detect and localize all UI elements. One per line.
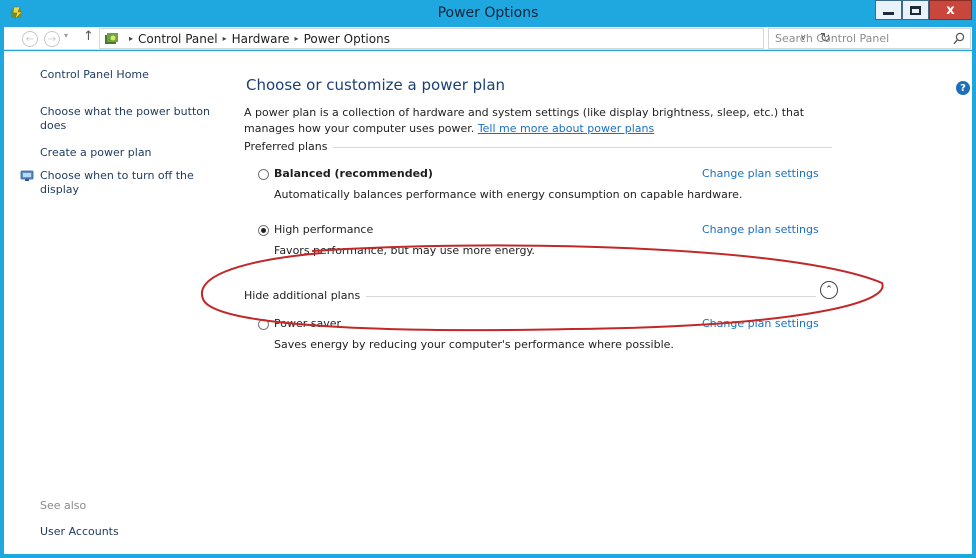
plan-name-power-saver[interactable]: Power saver xyxy=(274,317,341,330)
sidebar-item-power-button[interactable]: Choose what the power button does xyxy=(40,105,215,133)
title-bar[interactable]: Power Options x xyxy=(0,0,976,27)
address-bar[interactable]: ▸ Control Panel ▸ Hardware ▸ Power Optio… xyxy=(99,28,831,49)
control-panel-icon xyxy=(105,32,118,44)
navigation-toolbar: ← → ▾ ↑ ▸ Control Panel ▸ Hardware ▸ Pow… xyxy=(4,27,972,50)
plan-radio-power-saver[interactable] xyxy=(258,319,269,330)
maximize-button[interactable] xyxy=(902,0,929,20)
collapse-additional-plans-button[interactable]: ⌃ xyxy=(820,281,838,299)
plan-radio-balanced[interactable] xyxy=(258,169,269,180)
back-button[interactable]: ← xyxy=(22,31,38,47)
breadcrumb-hardware[interactable]: Hardware xyxy=(232,32,290,46)
help-icon[interactable]: ? xyxy=(956,81,970,95)
forward-button[interactable]: → xyxy=(44,31,60,47)
display-settings-icon xyxy=(20,170,34,181)
power-options-window: Power Options x ← → ▾ ↑ ▸ Control Panel xyxy=(0,0,976,558)
left-navigation-pane: Control Panel Home Choose what the power… xyxy=(4,51,224,554)
close-icon: x xyxy=(946,2,955,18)
plan-description-power-saver: Saves energy by reducing your computer's… xyxy=(274,338,674,351)
preferred-plans-label: Preferred plans xyxy=(244,140,334,153)
recent-locations-chevron-icon[interactable]: ▾ xyxy=(64,31,68,40)
maximize-icon xyxy=(910,5,921,15)
plan-radio-high-performance[interactable] xyxy=(258,225,269,236)
change-plan-settings-high-performance-link[interactable]: Change plan settings xyxy=(702,223,819,236)
change-plan-settings-balanced-link[interactable]: Change plan settings xyxy=(702,167,819,180)
see-also-label: See also xyxy=(40,499,87,512)
sidebar-item-control-panel-home[interactable]: Control Panel Home xyxy=(40,68,215,82)
page-title: Choose or customize a power plan xyxy=(246,76,506,94)
minimize-icon xyxy=(883,11,894,15)
hide-additional-plans-label[interactable]: Hide additional plans xyxy=(244,289,367,302)
main-pane: Choose or customize a power plan A power… xyxy=(242,51,842,554)
sidebar-item-user-accounts[interactable]: User Accounts xyxy=(40,525,215,539)
back-arrow-icon: ← xyxy=(25,33,35,45)
breadcrumb-power-options[interactable]: Power Options xyxy=(304,32,390,46)
plan-name-balanced[interactable]: Balanced (recommended) xyxy=(274,167,433,180)
search-placeholder: Search Control Panel xyxy=(775,32,890,45)
minimize-button[interactable] xyxy=(875,0,902,20)
breadcrumb-separator-icon: ▸ xyxy=(294,34,299,43)
plan-description-balanced: Automatically balances performance with … xyxy=(274,188,743,201)
content-area: Control Panel Home Choose what the power… xyxy=(4,51,972,554)
up-arrow-icon[interactable]: ↑ xyxy=(83,29,94,44)
page-description: A power plan is a collection of hardware… xyxy=(244,105,824,137)
search-input[interactable]: Search Control Panel xyxy=(768,28,971,49)
preferred-plans-section: Preferred plans xyxy=(244,140,834,154)
search-icon[interactable] xyxy=(953,32,965,45)
additional-plans-section: Hide additional plans xyxy=(244,289,834,303)
close-button[interactable]: x xyxy=(929,0,972,20)
forward-arrow-icon: → xyxy=(47,33,57,45)
sidebar-item-create-power-plan[interactable]: Create a power plan xyxy=(40,146,215,160)
plan-description-high-performance: Favors performance, but may use more ene… xyxy=(274,244,535,257)
plan-name-high-performance[interactable]: High performance xyxy=(274,223,373,236)
chevron-up-icon: ⌃ xyxy=(825,285,833,295)
breadcrumb-separator-icon: ▸ xyxy=(129,34,134,43)
learn-more-link[interactable]: Tell me more about power plans xyxy=(478,122,654,135)
breadcrumb-separator-icon: ▸ xyxy=(222,34,227,43)
breadcrumb-control-panel[interactable]: Control Panel xyxy=(138,32,218,46)
sidebar-item-turn-off-display[interactable]: Choose when to turn off the display xyxy=(40,169,200,197)
change-plan-settings-power-saver-link[interactable]: Change plan settings xyxy=(702,317,819,330)
window-title: Power Options xyxy=(437,5,539,21)
